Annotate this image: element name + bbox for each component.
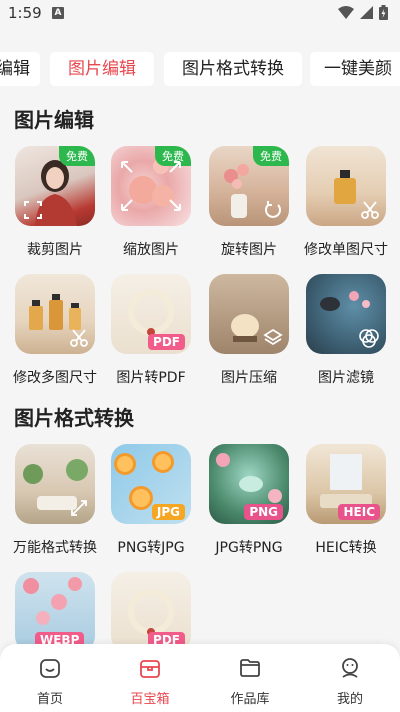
thumb-image: PDF — [111, 274, 191, 354]
pdf-badge: PDF — [148, 334, 185, 350]
tile-label: 修改多图尺寸 — [13, 370, 97, 386]
tab-label: 图片编辑 — [0, 59, 30, 79]
thumb-image: PDF — [111, 572, 191, 652]
rotate-icon — [265, 201, 281, 218]
tile-label: 万能格式转换 — [13, 540, 97, 556]
nav-label: 作品库 — [230, 692, 270, 707]
tile-label: 图片滤镜 — [318, 370, 374, 386]
tool-png-to-jpg[interactable]: JPG PNG转JPG — [110, 444, 192, 557]
jpg-badge: JPG — [151, 504, 185, 520]
nav-home[interactable]: 首页 — [10, 656, 90, 707]
profile-icon — [342, 658, 358, 678]
tab-partial[interactable]: 图片编辑 — [0, 52, 40, 86]
section-title-image-edit: 图片编辑 — [14, 108, 94, 132]
tab-label: 图片编辑 — [68, 59, 136, 79]
tool-universal-convert[interactable]: 万能格式转换 — [13, 444, 97, 557]
nav-profile[interactable]: 我的 — [310, 656, 390, 707]
tab-label: 一键美颜 — [324, 59, 392, 79]
thumb-image: 免费 — [209, 146, 289, 226]
section-title-format-convert: 图片格式转换 — [14, 406, 134, 430]
battery-icon — [379, 5, 388, 20]
thumb-image — [306, 274, 386, 354]
nav-label: 首页 — [36, 692, 63, 707]
thumb-image: JPG — [111, 444, 191, 524]
tool-single-resize[interactable]: 修改单图尺寸 — [304, 146, 388, 259]
signal-icon — [360, 6, 373, 19]
nav-works[interactable]: 作品库 — [210, 656, 290, 707]
heic-badge: HEIC — [338, 504, 380, 520]
folder-icon — [240, 659, 260, 677]
tool-jpg-to-png[interactable]: PNG JPG转PNG — [208, 444, 290, 557]
nav-label: 我的 — [336, 692, 363, 707]
nav-toolbox[interactable]: 百宝箱 — [110, 656, 190, 707]
home-icon — [40, 659, 60, 678]
tile-label: HEIC转换 — [315, 540, 377, 556]
tab-label: 图片格式转换 — [182, 59, 284, 79]
tool-webp-convert[interactable]: WEBP — [14, 572, 96, 652]
tile-label: JPG转PNG — [215, 540, 283, 556]
tool-rotate[interactable]: 免费 旋转图片 — [208, 146, 290, 259]
status-icons — [338, 5, 388, 20]
png-badge: PNG — [244, 504, 283, 520]
tile-label: 修改单图尺寸 — [304, 242, 388, 258]
tile-label: 图片压缩 — [221, 370, 277, 386]
nav-label: 百宝箱 — [130, 692, 170, 707]
notification-icon: A — [52, 7, 64, 19]
status-time: 1:59 — [8, 4, 42, 22]
filter-icon — [359, 329, 379, 348]
toolbox-icon — [140, 660, 160, 678]
tool-crop[interactable]: 免费 裁剪图片 — [14, 146, 96, 259]
thumb-image — [209, 274, 289, 354]
tool-image-to-pdf[interactable]: PDF 图片转PDF — [110, 274, 192, 387]
tool-pdf-convert[interactable]: PDF — [110, 572, 192, 652]
crop-icon — [24, 201, 42, 219]
thumb-image: PNG — [209, 444, 289, 524]
thumb-image — [15, 274, 95, 354]
scissors-icon — [361, 201, 379, 219]
tab-format-convert[interactable]: 图片格式转换 — [164, 52, 302, 86]
status-bar: 1:59 A — [0, 0, 400, 28]
tile-label: 图片转PDF — [116, 370, 186, 386]
expand-icon — [121, 161, 181, 211]
category-tabs: 图片编辑 图片编辑 图片格式转换 一键美颜 — [0, 52, 400, 86]
thumb-image: WEBP — [15, 572, 95, 652]
layers-icon — [263, 328, 283, 346]
tool-filter[interactable]: 图片滤镜 — [305, 274, 387, 387]
tile-label: 缩放图片 — [123, 242, 179, 258]
thumb-image: 免费 — [111, 146, 191, 226]
transform-icon — [71, 500, 87, 516]
tab-image-edit[interactable]: 图片编辑 — [50, 52, 154, 86]
tool-multi-resize[interactable]: 修改多图尺寸 — [13, 274, 97, 387]
thumb-image: 免费 — [15, 146, 95, 226]
tool-compress[interactable]: 图片压缩 — [208, 274, 290, 387]
thumb-image: HEIC — [306, 444, 386, 524]
tab-beauty[interactable]: 一键美颜 — [310, 52, 400, 86]
tool-resize[interactable]: 免费 缩放图片 — [110, 146, 192, 259]
tile-label: PNG转JPG — [117, 540, 185, 556]
thumb-image — [306, 146, 386, 226]
bottom-nav: 首页 百宝箱 作品库 我的 — [0, 644, 400, 712]
wifi-icon — [338, 6, 354, 19]
thumb-image — [15, 444, 95, 524]
tool-heic-convert[interactable]: HEIC HEIC转换 — [305, 444, 387, 557]
tile-label: 裁剪图片 — [27, 242, 83, 258]
scissors-icon — [70, 329, 88, 347]
tile-label: 旋转图片 — [221, 242, 277, 258]
